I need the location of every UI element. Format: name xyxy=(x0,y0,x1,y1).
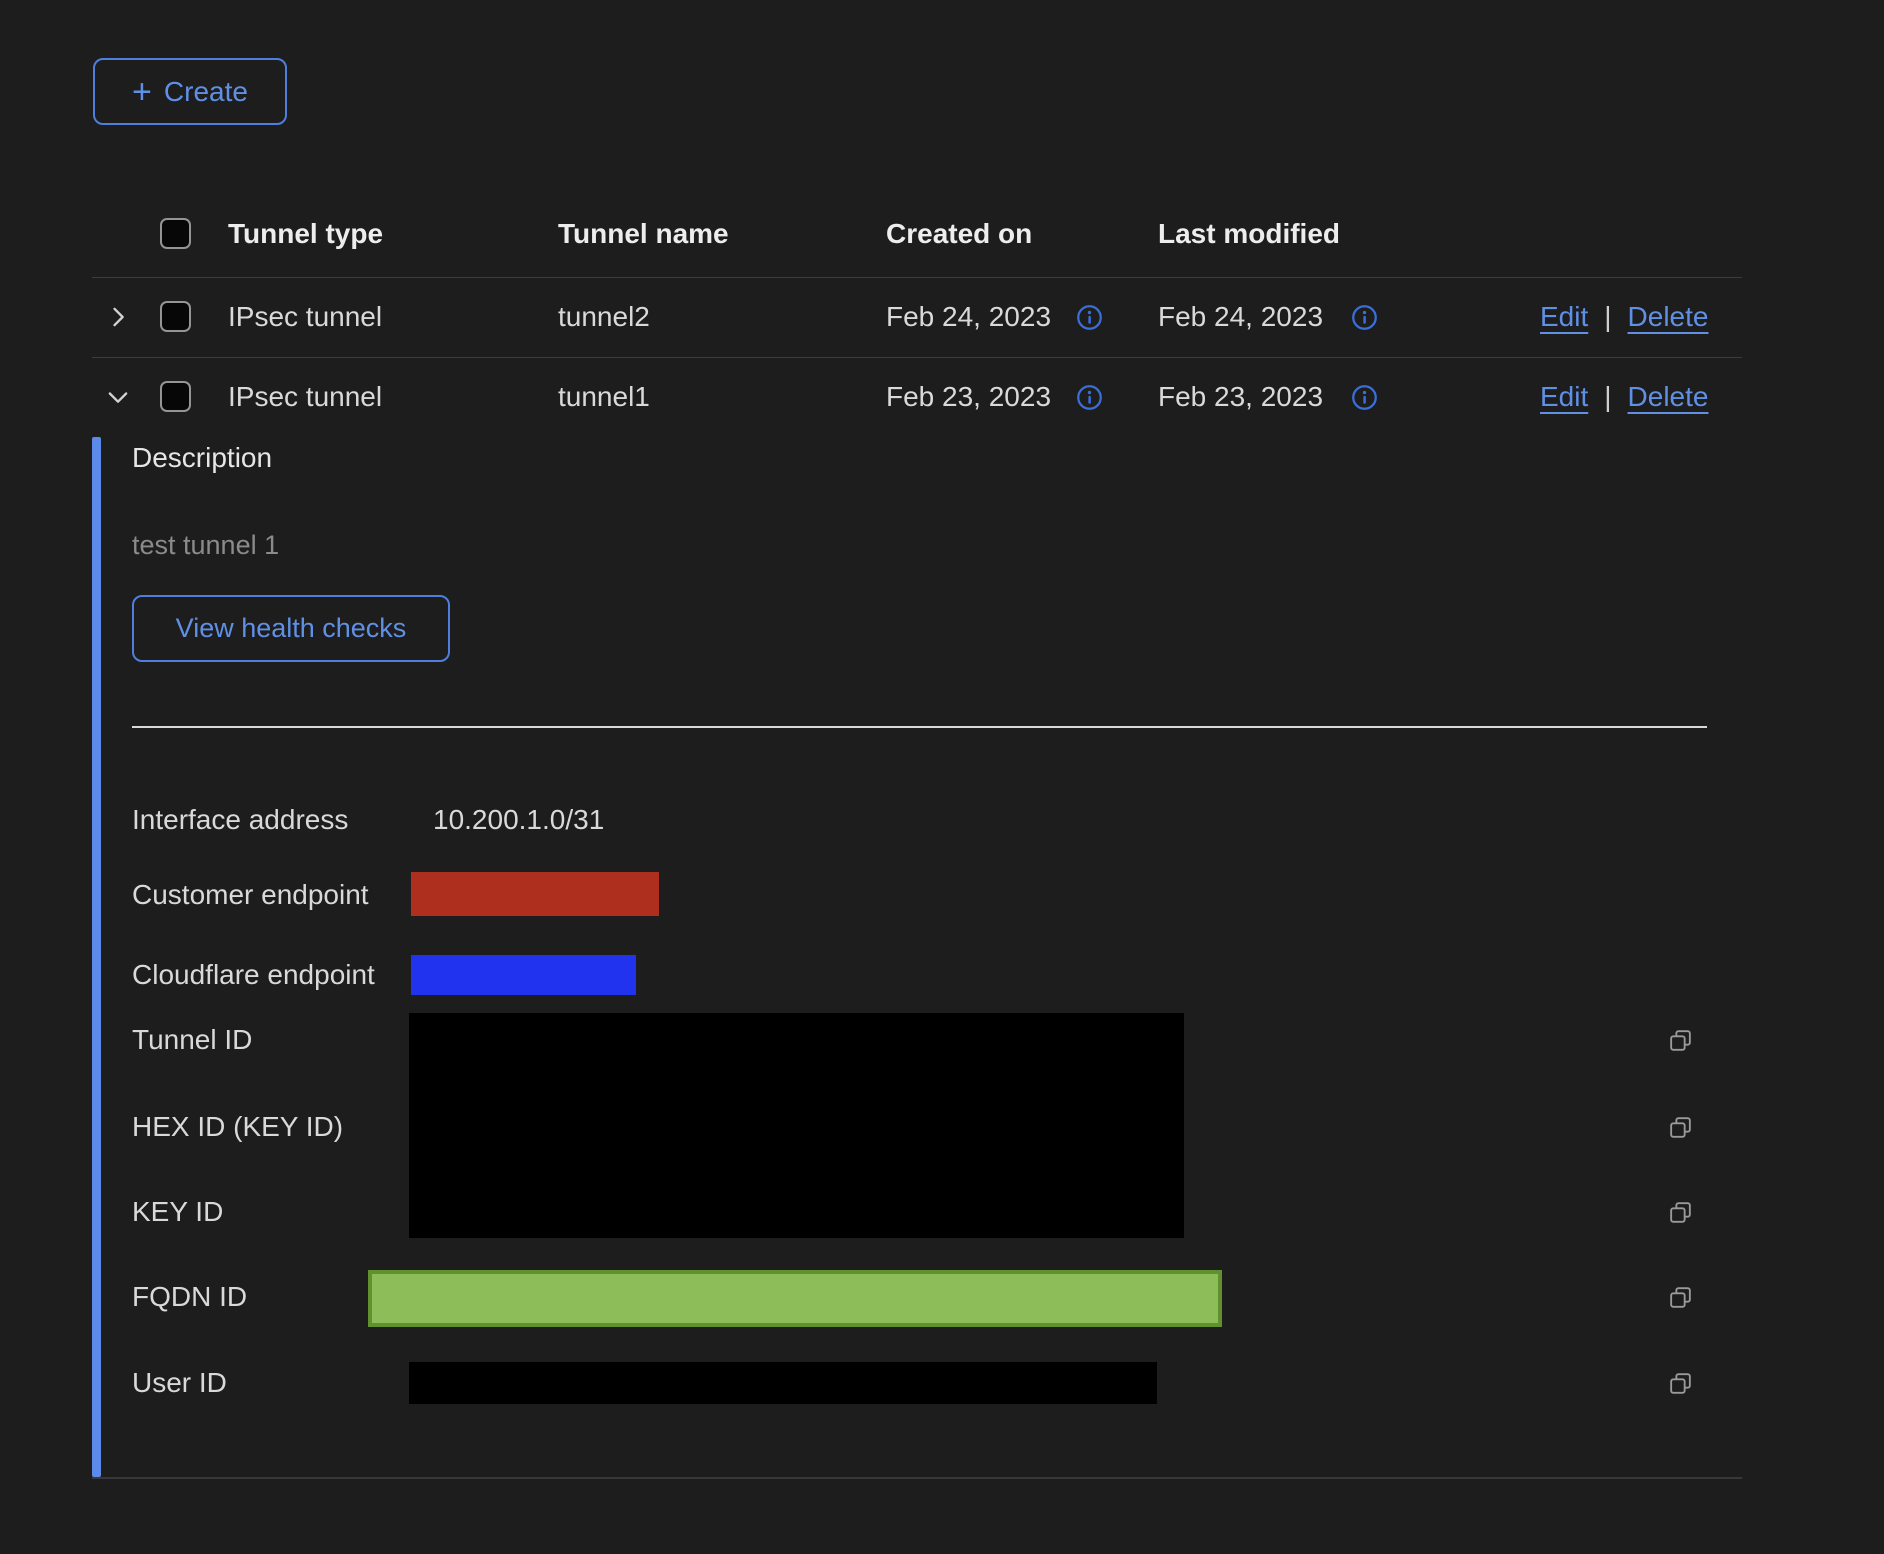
column-header-created-on: Created on xyxy=(886,210,1032,258)
row-checkbox[interactable] xyxy=(160,301,191,332)
column-header-last-modified: Last modified xyxy=(1158,210,1340,258)
customer-endpoint-label: Customer endpoint xyxy=(132,871,369,919)
key-id-label: KEY ID xyxy=(132,1188,223,1236)
edit-link[interactable]: Edit xyxy=(1540,373,1588,421)
row-divider xyxy=(92,357,1742,358)
created-on-cell: Feb 24, 2023 xyxy=(886,293,1051,341)
copy-icon[interactable] xyxy=(1667,1027,1694,1059)
interface-address-label: Interface address xyxy=(132,796,348,844)
column-header-tunnel-type: Tunnel type xyxy=(228,210,383,258)
info-icon[interactable] xyxy=(1076,304,1103,336)
fqdn-id-redacted-value xyxy=(368,1270,1222,1327)
user-id-label: User ID xyxy=(132,1359,227,1407)
tunnel-type-cell: IPsec tunnel xyxy=(228,293,382,341)
fqdn-id-label: FQDN ID xyxy=(132,1273,247,1321)
create-button-label: Create xyxy=(164,76,248,108)
description-value: test tunnel 1 xyxy=(132,521,279,569)
description-label: Description xyxy=(132,434,272,482)
chevron-down-icon[interactable] xyxy=(104,383,132,416)
user-id-redacted-value xyxy=(409,1362,1157,1404)
cloudflare-endpoint-label: Cloudflare endpoint xyxy=(132,951,375,999)
chevron-right-icon[interactable] xyxy=(104,303,132,336)
actions-separator: | xyxy=(1604,373,1611,421)
delete-link[interactable]: Delete xyxy=(1628,293,1709,341)
tunnel-id-label: Tunnel ID xyxy=(132,1016,252,1064)
view-health-checks-button[interactable]: View health checks xyxy=(132,595,450,662)
created-on-cell: Feb 23, 2023 xyxy=(886,373,1051,421)
create-button[interactable]: + Create xyxy=(93,58,287,125)
header-divider xyxy=(92,277,1742,278)
row-actions: Edit | Delete xyxy=(1540,293,1708,341)
copy-icon[interactable] xyxy=(1667,1114,1694,1146)
plus-icon: + xyxy=(132,75,152,109)
cloudflare-endpoint-redacted-value xyxy=(411,955,636,995)
hex-id-label: HEX ID (KEY ID) xyxy=(132,1103,343,1151)
tunnel-type-cell: IPsec tunnel xyxy=(228,373,382,421)
actions-separator: | xyxy=(1604,293,1611,341)
row-actions: Edit | Delete xyxy=(1540,373,1708,421)
tunnels-page: + Create Tunnel type Tunnel name Created… xyxy=(0,0,1884,1554)
row-checkbox[interactable] xyxy=(160,381,191,412)
info-icon[interactable] xyxy=(1351,304,1378,336)
info-icon[interactable] xyxy=(1076,384,1103,416)
select-all-checkbox[interactable] xyxy=(160,218,191,249)
copy-icon[interactable] xyxy=(1667,1284,1694,1316)
last-modified-cell: Feb 23, 2023 xyxy=(1158,373,1323,421)
delete-link[interactable]: Delete xyxy=(1628,373,1709,421)
interface-address-value: 10.200.1.0/31 xyxy=(433,796,604,844)
copy-icon[interactable] xyxy=(1667,1370,1694,1402)
last-modified-cell: Feb 24, 2023 xyxy=(1158,293,1323,341)
copy-icon[interactable] xyxy=(1667,1199,1694,1231)
view-health-checks-label: View health checks xyxy=(176,613,407,644)
column-header-tunnel-name: Tunnel name xyxy=(558,210,729,258)
expanded-row-accent-bar xyxy=(92,437,101,1477)
info-icon[interactable] xyxy=(1351,384,1378,416)
edit-link[interactable]: Edit xyxy=(1540,293,1588,341)
expanded-row-bottom-divider xyxy=(92,1477,1742,1479)
tunnel-name-cell: tunnel2 xyxy=(558,293,650,341)
customer-endpoint-redacted-value xyxy=(411,872,659,916)
tunnel-name-cell: tunnel1 xyxy=(558,373,650,421)
section-divider xyxy=(132,726,1707,728)
ids-redacted-values xyxy=(409,1013,1184,1238)
